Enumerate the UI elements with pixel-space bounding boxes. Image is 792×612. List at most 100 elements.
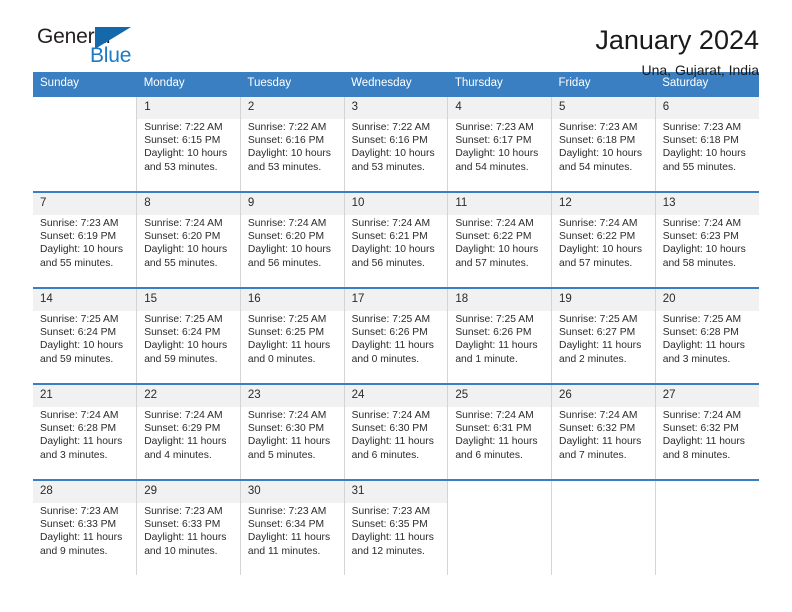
day-detail-line: and 11 minutes. <box>247 545 321 557</box>
day-cell[interactable]: Sunrise: 7:24 AM Sunset: 6:28 PM Daylight:… <box>33 407 137 480</box>
day-cell[interactable]: Sunrise: 7:23 AM Sunset: 6:33 PM Daylight:… <box>33 503 137 575</box>
day-cell[interactable]: Sunrise: 7:22 AM Sunset: 6:15 PM Daylight:… <box>136 119 241 192</box>
day-number[interactable]: 25 <box>447 383 552 407</box>
day-number[interactable]: 24 <box>343 383 448 407</box>
day-cell[interactable]: Sunrise: 7:25 AM Sunset: 6:28 PM Daylight:… <box>654 311 759 384</box>
day-cell[interactable]: Sunrise: 7:24 AM Sunset: 6:23 PM Daylight:… <box>654 215 759 288</box>
day-number[interactable]: 2 <box>239 95 345 119</box>
week-day-number-row: 123456 <box>33 95 759 119</box>
day-number[interactable]: 20 <box>654 287 759 311</box>
day-detail-line: and 0 minutes. <box>351 353 420 365</box>
week-day-number-row: 21 22 23 24 25 26 27 <box>33 383 759 407</box>
day-detail-line: Sunset: 6:28 PM <box>40 423 117 435</box>
day-cell[interactable]: Sunrise: 7:25 AM Sunset: 6:27 PM Daylight:… <box>551 311 656 384</box>
day-detail-line: and 8 minutes. <box>662 449 731 461</box>
day-detail-line: Sunrise: 7:24 AM <box>455 218 534 229</box>
day-cell[interactable]: Sunrise: 7:23 AM Sunset: 6:35 PM Daylight:… <box>343 503 448 575</box>
day-detail-line: Daylight: 11 hours <box>40 532 123 544</box>
day-detail-line: and 56 minutes. <box>247 257 322 269</box>
day-cell[interactable]: Sunrise: 7:25 AM Sunset: 6:24 PM Daylight:… <box>136 311 241 384</box>
day-cell[interactable]: Sunrise: 7:23 AM Sunset: 6:19 PM Daylight:… <box>33 215 137 288</box>
day-cell[interactable]: Sunrise: 7:24 AM Sunset: 6:31 PM Daylight:… <box>447 407 552 480</box>
day-number[interactable]: 17 <box>343 287 448 311</box>
day-detail-line: Daylight: 11 hours <box>662 436 745 448</box>
day-detail-line: Sunrise: 7:24 AM <box>559 218 638 229</box>
day-cell[interactable]: Sunrise: 7:23 AM Sunset: 6:18 PM Daylight:… <box>654 119 759 192</box>
day-cell[interactable]: Sunrise: 7:24 AM Sunset: 6:32 PM Daylight:… <box>551 407 656 480</box>
day-detail-line: Sunset: 6:24 PM <box>40 327 117 339</box>
day-cell[interactable]: Sunrise: 7:25 AM Sunset: 6:24 PM Daylight:… <box>33 311 137 384</box>
day-number[interactable]: 7 <box>33 191 137 215</box>
day-detail-line: Sunrise: 7:23 AM <box>40 218 119 229</box>
day-number[interactable]: 13 <box>654 191 759 215</box>
day-number[interactable]: 5 <box>551 95 656 119</box>
day-number[interactable]: 18 <box>447 287 552 311</box>
day-detail-line: Sunset: 6:24 PM <box>144 327 221 339</box>
day-number[interactable]: 12 <box>551 191 656 215</box>
day-cell[interactable]: Sunrise: 7:24 AM Sunset: 6:29 PM Daylight:… <box>136 407 241 480</box>
day-detail-line: Sunrise: 7:24 AM <box>455 410 534 421</box>
day-detail-line: Sunset: 6:29 PM <box>144 423 221 435</box>
day-cell[interactable]: Sunrise: 7:22 AM Sunset: 6:16 PM Daylight:… <box>343 119 448 192</box>
day-number-empty <box>33 95 137 119</box>
day-detail-line: Daylight: 10 hours <box>662 244 746 256</box>
day-number[interactable]: 16 <box>239 287 345 311</box>
day-cell[interactable]: Sunrise: 7:24 AM Sunset: 6:20 PM Daylight:… <box>136 215 241 288</box>
day-cell[interactable]: Sunrise: 7:24 AM Sunset: 6:21 PM Daylight:… <box>343 215 448 288</box>
day-cell[interactable]: Sunrise: 7:25 AM Sunset: 6:25 PM Daylight:… <box>239 311 345 384</box>
day-cell[interactable]: Sunrise: 7:23 AM Sunset: 6:34 PM Daylight:… <box>239 503 345 575</box>
day-detail-line: Sunset: 6:20 PM <box>247 231 325 243</box>
day-number[interactable]: 31 <box>343 479 448 503</box>
day-number-empty <box>654 479 759 503</box>
day-cell[interactable]: Sunrise: 7:23 AM Sunset: 6:33 PM Daylight:… <box>136 503 241 575</box>
day-cell[interactable]: Sunrise: 7:25 AM Sunset: 6:26 PM Daylight:… <box>447 311 552 384</box>
day-number[interactable]: 28 <box>33 479 137 503</box>
day-detail-line: Sunset: 6:16 PM <box>351 135 428 147</box>
page-title: January 2024 <box>595 25 759 55</box>
day-number[interactable]: 26 <box>551 383 656 407</box>
page-header: General Blue January 2024 Una, Gujarat, … <box>33 0 759 78</box>
page-subtitle: Una, Gujarat, India <box>641 62 759 79</box>
day-cell[interactable]: Sunrise: 7:25 AM Sunset: 6:26 PM Daylight:… <box>343 311 448 384</box>
day-number[interactable]: 22 <box>136 383 241 407</box>
day-detail-line: Sunset: 6:17 PM <box>455 135 532 147</box>
day-number[interactable]: 21 <box>33 383 137 407</box>
day-detail-line: and 54 minutes. <box>455 161 529 173</box>
day-cell-empty <box>447 503 552 575</box>
day-number[interactable]: 10 <box>343 191 448 215</box>
day-cell[interactable]: Sunrise: 7:24 AM Sunset: 6:22 PM Daylight:… <box>551 215 656 288</box>
weekday-header-sunday: Sunday <box>33 72 137 96</box>
day-number[interactable]: 30 <box>239 479 345 503</box>
day-cell[interactable]: Sunrise: 7:24 AM Sunset: 6:22 PM Daylight:… <box>447 215 552 288</box>
day-number[interactable]: 9 <box>239 191 345 215</box>
day-number[interactable]: 8 <box>136 191 241 215</box>
day-number[interactable]: 14 <box>33 287 137 311</box>
day-number[interactable]: 3 <box>343 95 448 119</box>
day-number[interactable]: 1 <box>136 95 241 119</box>
day-cell[interactable]: Sunrise: 7:24 AM Sunset: 6:30 PM Daylight:… <box>239 407 345 480</box>
day-number[interactable]: 4 <box>447 95 552 119</box>
day-number[interactable]: 19 <box>551 287 656 311</box>
day-detail-line: Sunrise: 7:25 AM <box>662 314 742 325</box>
day-detail-line: Sunset: 6:22 PM <box>455 231 532 243</box>
day-cell[interactable]: Sunrise: 7:22 AM Sunset: 6:16 PM Daylight:… <box>239 119 345 192</box>
day-cell[interactable]: Sunrise: 7:24 AM Sunset: 6:20 PM Daylight:… <box>239 215 345 288</box>
day-cell[interactable]: Sunrise: 7:23 AM Sunset: 6:17 PM Daylight:… <box>447 119 552 192</box>
day-detail-line: Sunset: 6:23 PM <box>662 231 739 243</box>
day-number[interactable]: 15 <box>136 287 241 311</box>
day-number[interactable]: 29 <box>136 479 241 503</box>
general-blue-logo[interactable]: General Blue <box>33 25 163 73</box>
day-number[interactable]: 6 <box>654 95 759 119</box>
week-day-number-row: 28 29 30 31 <box>33 479 759 503</box>
day-number[interactable]: 23 <box>239 383 345 407</box>
day-number[interactable]: 11 <box>447 191 552 215</box>
day-cell[interactable]: Sunrise: 7:24 AM Sunset: 6:30 PM Daylight:… <box>343 407 448 480</box>
day-detail-line: Sunrise: 7:25 AM <box>559 314 638 325</box>
day-cell[interactable]: Sunrise: 7:23 AM Sunset: 6:18 PM Daylight:… <box>551 119 656 192</box>
day-cell[interactable]: Sunrise: 7:24 AM Sunset: 6:32 PM Daylight:… <box>654 407 759 480</box>
day-number[interactable]: 27 <box>654 383 759 407</box>
day-detail-line: Daylight: 10 hours <box>455 148 539 160</box>
day-detail-line: and 3 minutes. <box>40 449 108 461</box>
day-detail-line: Sunrise: 7:23 AM <box>559 122 638 133</box>
day-detail-line: and 53 minutes. <box>247 161 322 173</box>
